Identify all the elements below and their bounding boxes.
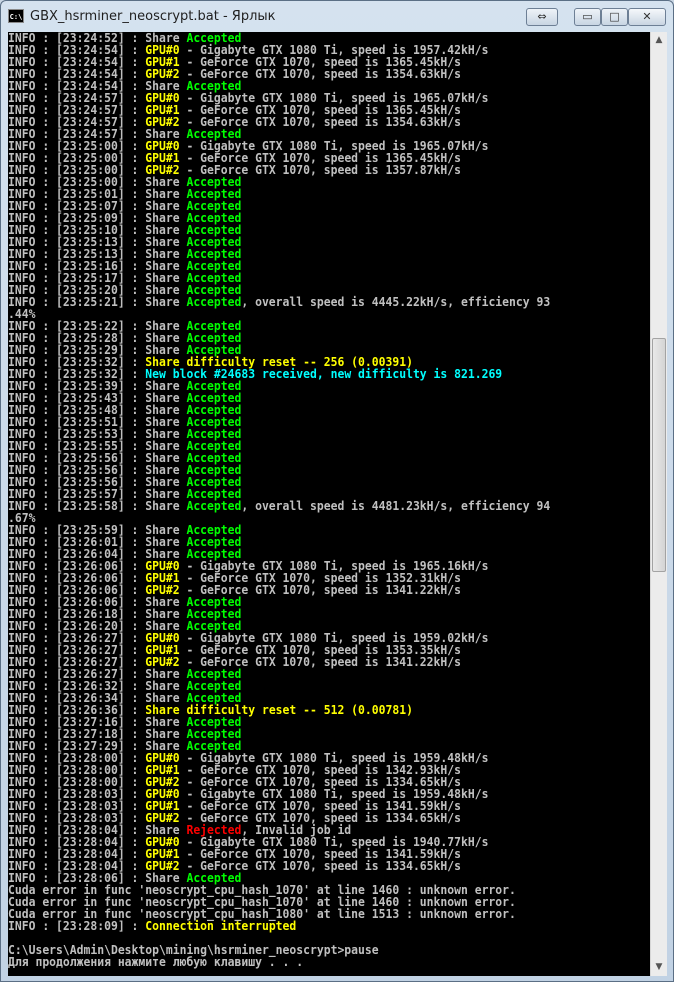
maximize-button[interactable]: □ <box>601 8 628 26</box>
console-text-segment: , overall speed is 4481.23kH/s, efficien… <box>241 499 551 513</box>
scroll-up-button[interactable]: ▲ <box>651 32 667 49</box>
console-output[interactable]: INFO : [23:24:52] : Share Accepted INFO :… <box>8 32 650 976</box>
scroll-thumb[interactable] <box>652 338 666 572</box>
scroll-down-button[interactable]: ▼ <box>651 959 667 976</box>
console-line: INFO : [23:28:09] : Connection interrupt… <box>8 920 618 932</box>
restore-size-button[interactable]: ⇔ <box>526 8 558 26</box>
window-title: GBX_hsrminer_neoscrypt.bat - Ярлык <box>30 9 276 24</box>
console-text-segment: Для продолжения нажмите любую клавишу . … <box>8 955 304 969</box>
console-text-segment: , overall speed is 4445.22kH/s, efficien… <box>241 295 551 309</box>
console-text-segment: Accepted <box>186 295 242 309</box>
console-line: INFO : [23:25:58] : Share Accepted, over… <box>8 500 618 512</box>
console-lines: INFO : [23:24:52] : Share Accepted INFO :… <box>8 32 618 968</box>
console-window: C:\ GBX_hsrminer_neoscrypt.bat - Ярлык ⇔… <box>0 0 674 982</box>
console-line: INFO : [23:25:21] : Share Accepted, over… <box>8 296 618 308</box>
minimize-button[interactable]: ▭ <box>574 8 601 26</box>
title-bar[interactable]: C:\ GBX_hsrminer_neoscrypt.bat - Ярлык ⇔… <box>1 1 673 32</box>
console-text-segment: Connection interrupted <box>145 919 297 933</box>
console-line: Для продолжения нажмите любую клавишу . … <box>8 956 618 968</box>
close-button[interactable]: ✕ <box>628 8 666 26</box>
cmd-icon[interactable]: C:\ <box>8 9 24 23</box>
vertical-scrollbar[interactable]: ▲ ▼ <box>650 32 667 976</box>
console-text-segment: Accepted <box>186 499 242 513</box>
console-text-segment: INFO : [23:28:09] : <box>8 919 146 933</box>
